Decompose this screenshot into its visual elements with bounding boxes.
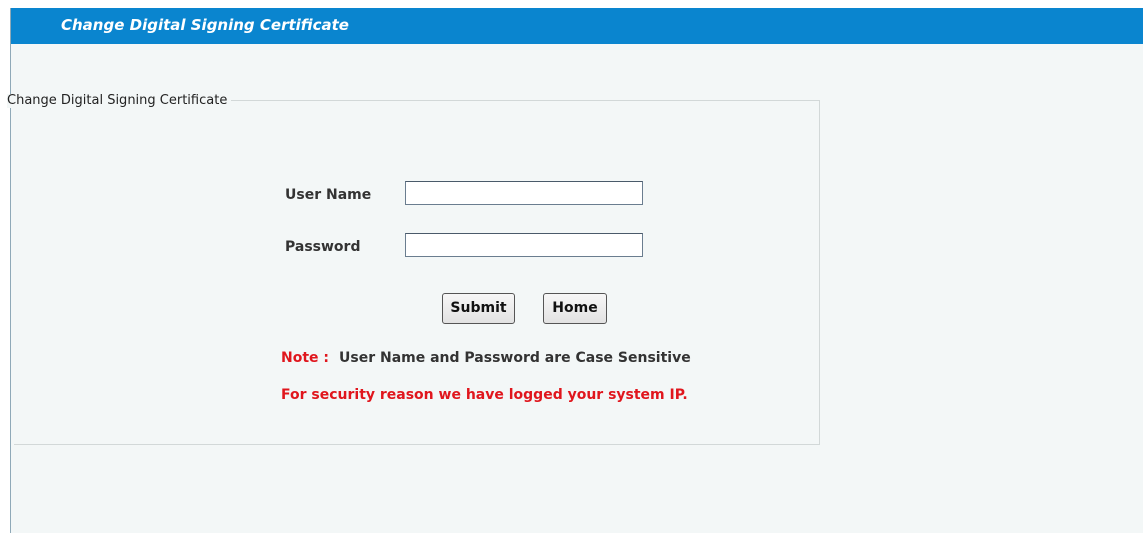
security-warning: For security reason we have logged your … (281, 387, 688, 403)
header-bar: Change Digital Signing Certificate (11, 8, 1143, 44)
note-label: Note : (281, 350, 329, 366)
content-area: Change Digital Signing Certificate User … (7, 44, 1143, 533)
page: Change Digital Signing Certificate Chang… (0, 0, 1143, 533)
page-title: Change Digital Signing Certificate (61, 16, 349, 34)
fieldset-legend: Change Digital Signing Certificate (7, 94, 232, 108)
username-label: User Name (285, 187, 372, 203)
note-text: User Name and Password are Case Sensitiv… (339, 350, 691, 366)
home-button[interactable]: Home (543, 293, 607, 324)
submit-button[interactable]: Submit (442, 293, 515, 324)
password-label: Password (285, 239, 361, 255)
case-sensitive-note: Note : User Name and Password are Case Se… (281, 350, 691, 366)
username-input[interactable] (405, 181, 643, 205)
password-input[interactable] (405, 233, 643, 257)
